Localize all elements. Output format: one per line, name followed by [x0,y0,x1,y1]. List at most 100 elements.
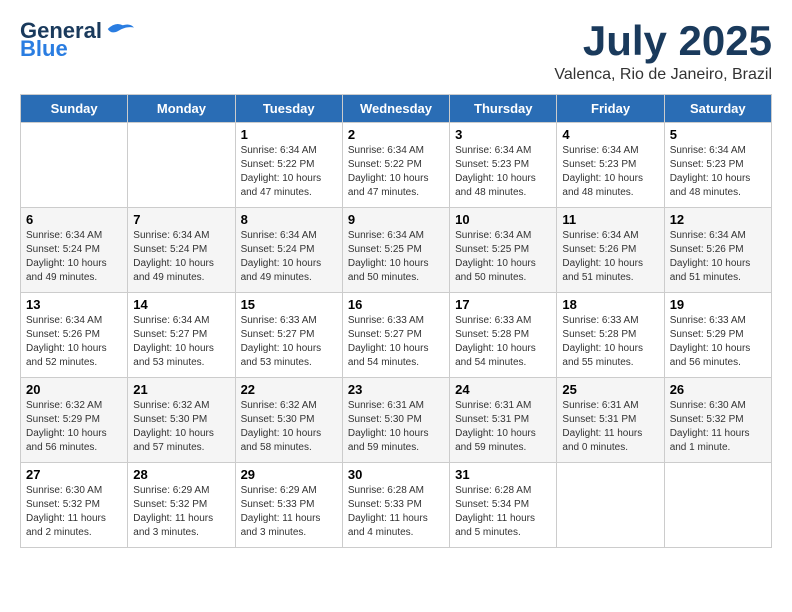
calendar-cell: 3 Sunrise: 6:34 AM Sunset: 5:23 PM Daylig… [450,123,557,208]
calendar-cell: 12 Sunrise: 6:34 AM Sunset: 5:26 PM Dayli… [664,208,771,293]
day-number: 26 [670,382,766,397]
day-info: Sunrise: 6:34 AM Sunset: 5:22 PM Dayligh… [348,144,444,200]
calendar-cell: 1Sunrise: 6:34 AM Sunset: 5:22 PM Daylig… [235,123,342,208]
calendar-cell: 20 Sunrise: 6:32 AM Sunset: 5:29 PM Dayli… [21,378,128,463]
day-number: 13 [26,297,122,312]
logo: General Blue [20,20,134,60]
day-number: 6 [26,212,122,227]
weekday-header-tuesday: Tuesday [235,95,342,123]
calendar-cell: 13 Sunrise: 6:34 AM Sunset: 5:26 PM Dayli… [21,293,128,378]
calendar-cell: 16 Sunrise: 6:33 AM Sunset: 5:27 PM Dayli… [342,293,449,378]
day-info: Sunrise: 6:34 AM Sunset: 5:23 PM Dayligh… [562,144,658,200]
day-number: 18 [562,297,658,312]
day-info: Sunrise: 6:34 AM Sunset: 5:26 PM Dayligh… [670,229,766,285]
day-number: 29 [241,467,337,482]
day-info: Sunrise: 6:30 AM Sunset: 5:32 PM Dayligh… [26,484,122,540]
logo-text-blue: Blue [20,38,68,60]
day-number: 20 [26,382,122,397]
weekday-header-friday: Friday [557,95,664,123]
day-number: 25 [562,382,658,397]
day-number: 27 [26,467,122,482]
calendar-cell: 28Sunrise: 6:29 AM Sunset: 5:32 PM Dayli… [128,463,235,548]
day-info: Sunrise: 6:34 AM Sunset: 5:22 PM Dayligh… [241,144,337,200]
weekday-header-saturday: Saturday [664,95,771,123]
calendar-cell: 2 Sunrise: 6:34 AM Sunset: 5:22 PM Daylig… [342,123,449,208]
day-info: Sunrise: 6:34 AM Sunset: 5:23 PM Dayligh… [670,144,766,200]
day-info: Sunrise: 6:29 AM Sunset: 5:33 PM Dayligh… [241,484,337,540]
day-number: 16 [348,297,444,312]
day-info: Sunrise: 6:28 AM Sunset: 5:33 PM Dayligh… [348,484,444,540]
day-number: 15 [241,297,337,312]
day-number: 21 [133,382,229,397]
day-info: Sunrise: 6:34 AM Sunset: 5:27 PM Dayligh… [133,314,229,370]
calendar-cell: 24 Sunrise: 6:31 AM Sunset: 5:31 PM Dayli… [450,378,557,463]
calendar-cell: 5 Sunrise: 6:34 AM Sunset: 5:23 PM Daylig… [664,123,771,208]
calendar-table: SundayMondayTuesdayWednesdayThursdayFrid… [20,94,772,548]
day-number: 10 [455,212,551,227]
calendar-cell: 14 Sunrise: 6:34 AM Sunset: 5:27 PM Dayli… [128,293,235,378]
day-number: 7 [133,212,229,227]
day-number: 4 [562,127,658,142]
day-info: Sunrise: 6:34 AM Sunset: 5:24 PM Dayligh… [26,229,122,285]
day-info: Sunrise: 6:34 AM Sunset: 5:23 PM Dayligh… [455,144,551,200]
calendar-cell: 31 Sunrise: 6:28 AM Sunset: 5:34 PM Dayli… [450,463,557,548]
day-info: Sunrise: 6:30 AM Sunset: 5:32 PM Dayligh… [670,399,766,455]
week-row-4: 20 Sunrise: 6:32 AM Sunset: 5:29 PM Dayli… [21,378,772,463]
day-number: 5 [670,127,766,142]
day-number: 19 [670,297,766,312]
day-info: Sunrise: 6:31 AM Sunset: 5:31 PM Dayligh… [562,399,658,455]
day-info: Sunrise: 6:28 AM Sunset: 5:34 PM Dayligh… [455,484,551,540]
day-info: Sunrise: 6:34 AM Sunset: 5:25 PM Dayligh… [348,229,444,285]
weekday-header-wednesday: Wednesday [342,95,449,123]
day-number: 8 [241,212,337,227]
weekday-header-monday: Monday [128,95,235,123]
day-info: Sunrise: 6:33 AM Sunset: 5:27 PM Dayligh… [348,314,444,370]
calendar-cell: 26 Sunrise: 6:30 AM Sunset: 5:32 PM Dayli… [664,378,771,463]
calendar-cell [557,463,664,548]
calendar-cell: 22Sunrise: 6:32 AM Sunset: 5:30 PM Dayli… [235,378,342,463]
week-row-5: 27 Sunrise: 6:30 AM Sunset: 5:32 PM Dayli… [21,463,772,548]
day-number: 14 [133,297,229,312]
calendar-cell: 15Sunrise: 6:33 AM Sunset: 5:27 PM Dayli… [235,293,342,378]
day-number: 24 [455,382,551,397]
week-row-2: 6 Sunrise: 6:34 AM Sunset: 5:24 PM Daylig… [21,208,772,293]
title-area: July 2025 Valenca, Rio de Janeiro, Brazi… [554,20,772,84]
calendar-cell: 7Sunrise: 6:34 AM Sunset: 5:24 PM Daylig… [128,208,235,293]
calendar-cell: 29 Sunrise: 6:29 AM Sunset: 5:33 PM Dayli… [235,463,342,548]
calendar-cell: 21Sunrise: 6:32 AM Sunset: 5:30 PM Dayli… [128,378,235,463]
calendar-cell: 11Sunrise: 6:34 AM Sunset: 5:26 PM Dayli… [557,208,664,293]
day-number: 2 [348,127,444,142]
calendar-cell: 9 Sunrise: 6:34 AM Sunset: 5:25 PM Daylig… [342,208,449,293]
day-info: Sunrise: 6:31 AM Sunset: 5:31 PM Dayligh… [455,399,551,455]
page-header: General Blue July 2025 Valenca, Rio de J… [20,20,772,84]
calendar-cell: 18 Sunrise: 6:33 AM Sunset: 5:28 PM Dayli… [557,293,664,378]
calendar-cell: 30Sunrise: 6:28 AM Sunset: 5:33 PM Dayli… [342,463,449,548]
day-number: 17 [455,297,551,312]
day-number: 23 [348,382,444,397]
weekday-header-row: SundayMondayTuesdayWednesdayThursdayFrid… [21,95,772,123]
logo-bird-icon [104,20,134,38]
day-number: 28 [133,467,229,482]
calendar-cell: 4 Sunrise: 6:34 AM Sunset: 5:23 PM Daylig… [557,123,664,208]
day-info: Sunrise: 6:31 AM Sunset: 5:30 PM Dayligh… [348,399,444,455]
day-info: Sunrise: 6:32 AM Sunset: 5:29 PM Dayligh… [26,399,122,455]
day-number: 12 [670,212,766,227]
week-row-1: 1Sunrise: 6:34 AM Sunset: 5:22 PM Daylig… [21,123,772,208]
day-number: 9 [348,212,444,227]
day-number: 3 [455,127,551,142]
calendar-cell: 23 Sunrise: 6:31 AM Sunset: 5:30 PM Dayli… [342,378,449,463]
calendar-cell: 17Sunrise: 6:33 AM Sunset: 5:28 PM Dayli… [450,293,557,378]
calendar-cell [128,123,235,208]
day-number: 31 [455,467,551,482]
calendar-cell: 6 Sunrise: 6:34 AM Sunset: 5:24 PM Daylig… [21,208,128,293]
day-info: Sunrise: 6:32 AM Sunset: 5:30 PM Dayligh… [241,399,337,455]
day-info: Sunrise: 6:33 AM Sunset: 5:28 PM Dayligh… [562,314,658,370]
day-info: Sunrise: 6:34 AM Sunset: 5:26 PM Dayligh… [26,314,122,370]
day-info: Sunrise: 6:33 AM Sunset: 5:29 PM Dayligh… [670,314,766,370]
calendar-cell: 10 Sunrise: 6:34 AM Sunset: 5:25 PM Dayli… [450,208,557,293]
calendar-cell [21,123,128,208]
calendar-cell: 8Sunrise: 6:34 AM Sunset: 5:24 PM Daylig… [235,208,342,293]
day-info: Sunrise: 6:34 AM Sunset: 5:25 PM Dayligh… [455,229,551,285]
calendar-subtitle: Valenca, Rio de Janeiro, Brazil [554,66,772,84]
calendar-cell: 25 Sunrise: 6:31 AM Sunset: 5:31 PM Dayli… [557,378,664,463]
